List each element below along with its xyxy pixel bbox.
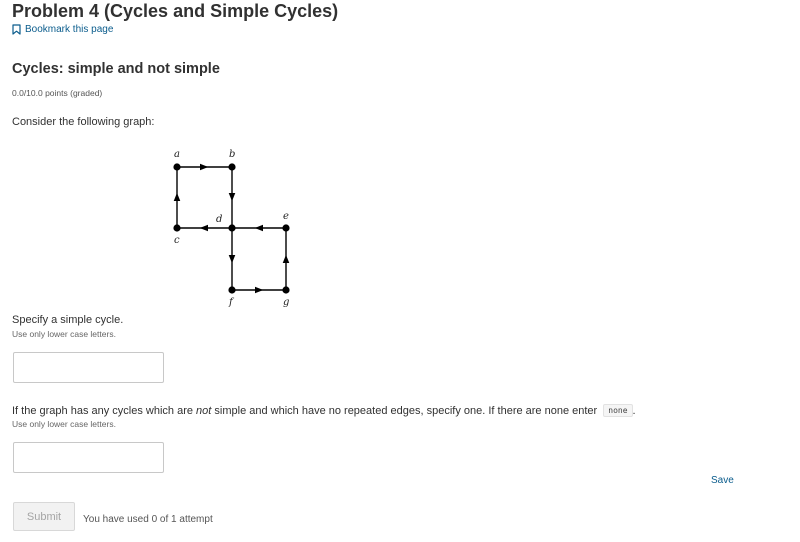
problem-page: Problem 4 (Cycles and Simple Cycles) Boo… (0, 0, 800, 542)
question1-hint: Use only lower case letters. (12, 329, 116, 339)
save-button[interactable]: Save (711, 475, 734, 486)
graph-label-f: f (228, 297, 235, 308)
graph-vertex-d (228, 224, 236, 232)
question2-hint: Use only lower case letters. (12, 419, 116, 429)
non-simple-cycle-input[interactable] (13, 442, 164, 473)
graph-diagram: a b c d e f g (173, 149, 290, 308)
bookmark-button[interactable]: Bookmark this page (12, 24, 113, 35)
question2-label-after: simple and which have no repeated edges,… (211, 405, 601, 417)
simple-cycle-input[interactable] (13, 352, 164, 383)
graph-label-d: d (216, 214, 222, 225)
graph-vertex-e (282, 224, 290, 232)
question2-label-end: . (632, 405, 636, 417)
graph-label-a: a (174, 149, 180, 160)
problem-prompt: Consider the following graph: (12, 116, 155, 128)
graph-label-b: b (229, 149, 235, 160)
section-title: Cycles: simple and not simple (12, 61, 220, 77)
bookmark-icon (12, 24, 21, 35)
graph-vertex-f (228, 286, 236, 294)
question1-label: Specify a simple cycle. (12, 314, 124, 326)
bookmark-label: Bookmark this page (25, 24, 114, 35)
graph-label-c: c (174, 235, 180, 246)
graph-label-g: g (283, 297, 289, 308)
question2-label: If the graph has any cycles which are no… (12, 404, 636, 417)
graph-label-e: e (283, 211, 289, 222)
attempts-status: You have used 0 of 1 attempt (83, 514, 213, 525)
none-code-label: none (603, 404, 633, 417)
submit-button[interactable]: Submit (13, 502, 75, 531)
graph-vertex-c (173, 224, 181, 232)
question2-label-before: If the graph has any cycles which are (12, 405, 197, 417)
question2-emphasis: not (196, 405, 212, 417)
graph-vertex-g (282, 286, 290, 294)
problem-title: Problem 4 (Cycles and Simple Cycles) (12, 1, 339, 21)
graph-vertex-b (228, 163, 236, 171)
graph-vertex-a (173, 163, 181, 171)
points-status: 0.0/10.0 points (graded) (12, 88, 103, 98)
